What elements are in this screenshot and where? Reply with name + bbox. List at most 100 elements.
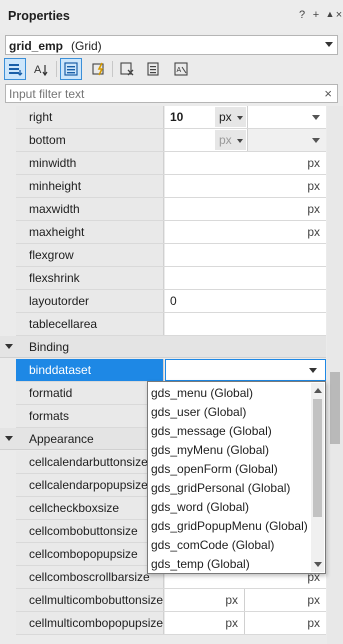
property-label: flexgrow [16,244,164,266]
unit-label: px [307,225,320,239]
delete-property-button[interactable] [142,58,164,80]
properties-button[interactable] [60,58,82,80]
property-label: minheight [16,175,164,197]
pin-icon[interactable]: + [310,9,322,21]
dataset-option[interactable]: gds_message (Global) [151,422,272,441]
scroll-down-icon[interactable] [314,562,322,567]
script-button[interactable]: A [170,58,192,80]
property-row-bottom[interactable]: bottom px [0,129,326,152]
grid-scrollbar[interactable] [327,106,343,644]
property-value[interactable] [165,313,326,335]
property-value[interactable]: px [165,175,326,197]
base-select[interactable] [247,129,326,151]
property-label: cellcheckboxsize [16,497,164,519]
user-property-button[interactable] [116,58,138,80]
clear-filter-icon[interactable]: × [324,86,332,101]
svg-text:A: A [34,64,42,76]
property-label: tablecellarea [16,313,164,335]
width-field[interactable]: px [165,612,245,634]
property-value[interactable]: px px [165,589,326,611]
property-row-layoutorder[interactable]: layoutorder 0 [0,290,326,313]
properties-icon [64,62,78,76]
chevron-down-icon[interactable] [309,368,317,373]
property-label: cellcalendarbuttonsize [16,451,164,473]
panel-title: Properties [8,9,70,23]
dataset-option[interactable]: gds_user (Global) [151,403,246,422]
filter-input[interactable] [6,85,306,102]
events-icon [92,62,104,76]
dataset-option[interactable]: gds_temp (Global) [151,555,250,574]
dataset-option[interactable]: gds_menu (Global) [151,384,253,403]
dataset-option[interactable]: gds_gridPersonal (Global) [151,479,290,498]
unit-label: px [307,156,320,170]
property-row-cellmulticombopopupsize[interactable]: cellmulticombopopupsize px px [0,612,326,635]
property-label: cellcalendarpopupsize [16,474,164,496]
sort-alpha-button[interactable]: A [31,58,53,80]
height-field[interactable]: px [246,612,326,634]
binddataset-combo[interactable] [165,359,326,381]
property-row-maxheight[interactable]: maxheight px [0,221,326,244]
properties-titlebar: Properties ? + ▲ × [0,0,343,33]
categorized-button[interactable] [4,58,26,80]
chevron-down-icon [312,115,320,120]
collapse-icon[interactable] [5,436,13,441]
property-row-minwidth[interactable]: minwidth px [0,152,326,175]
width-field[interactable]: px [165,589,245,611]
property-row-flexshrink[interactable]: flexshrink [0,267,326,290]
property-row-maxwidth[interactable]: maxwidth px [0,198,326,221]
property-row-cellmulticombobuttonsize[interactable]: cellmulticombobuttonsize px px [0,589,326,612]
property-label: minwidth [16,152,164,174]
property-label: binddataset [16,359,164,381]
unit-select[interactable]: px [215,107,246,127]
property-value[interactable]: px [165,129,326,151]
unit-label: px [307,202,320,216]
height-field[interactable]: px [246,589,326,611]
unit-select[interactable]: px [215,130,246,150]
collapse-icon[interactable] [5,344,13,349]
events-button[interactable] [88,58,110,80]
property-value[interactable] [165,267,326,289]
property-value[interactable]: 0 [165,290,326,312]
base-select[interactable] [247,106,326,128]
filter-box: × [5,84,338,103]
dropdown-scrollbar[interactable] [311,383,324,572]
property-label: cellcombopopupsize [16,543,164,565]
scrollbar-thumb[interactable] [313,399,322,517]
user-property-icon [120,62,134,76]
dataset-option[interactable]: gds_comCode (Global) [151,536,274,555]
value-text: 10 [170,110,184,124]
categorized-icon [9,64,23,76]
property-row-right[interactable]: right 10 px [0,106,326,129]
scrollbar-thumb[interactable] [330,372,340,444]
help-icon[interactable]: ? [296,9,308,21]
property-value[interactable]: px [165,152,326,174]
property-label: cellcomboscrollbarsize [16,566,164,588]
property-value[interactable]: px [165,198,326,220]
scroll-up-icon[interactable] [314,388,322,393]
property-label: formatid [16,382,164,404]
object-type: (Grid) [71,39,102,53]
dataset-option[interactable]: gds_openForm (Global) [151,460,278,479]
property-value[interactable]: 10 px [165,106,326,128]
dataset-option[interactable]: gds_word (Global) [151,498,249,517]
property-label: cellmulticombobuttonsize [16,589,164,611]
property-row-minheight[interactable]: minheight px [0,175,326,198]
property-label: maxwidth [16,198,164,220]
close-icon[interactable]: × [333,9,343,21]
property-value[interactable]: px px [165,612,326,634]
svg-text:A: A [177,67,182,74]
dataset-option[interactable]: gds_myMenu (Global) [151,441,269,460]
category-binding[interactable]: Binding [0,336,326,358]
object-selector[interactable]: grid_emp (Grid) [5,35,338,55]
property-row-tablecellarea[interactable]: tablecellarea [0,313,326,336]
property-row-binddataset[interactable]: binddataset [0,359,326,382]
property-value[interactable] [165,244,326,266]
object-name: grid_emp [9,39,64,53]
property-label: layoutorder [16,290,164,312]
dataset-dropdown-list[interactable]: gds_menu (Global) gds_user (Global) gds_… [147,381,326,574]
toolbar-separator [112,61,113,77]
property-value[interactable]: px [165,221,326,243]
dataset-option[interactable]: gds_gridPopupMenu (Global) [151,517,308,536]
chevron-down-icon[interactable] [325,42,333,47]
property-row-flexgrow[interactable]: flexgrow [0,244,326,267]
